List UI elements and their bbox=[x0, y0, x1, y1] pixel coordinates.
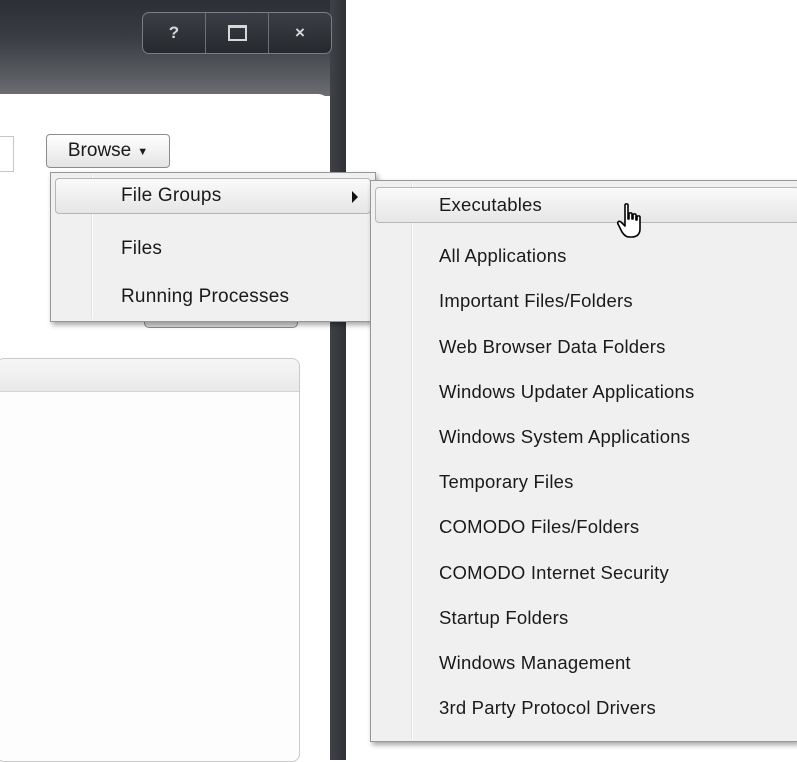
maximize-icon bbox=[227, 25, 247, 41]
menu-item-label: File Groups bbox=[121, 185, 222, 206]
browse-menu: File Groups Files Running Processes bbox=[50, 172, 376, 322]
submenu-item-label: Windows Updater Applications bbox=[439, 381, 695, 402]
submenu-item-label: 3rd Party Protocol Drivers bbox=[439, 697, 656, 718]
submenu-item-comodo-internet-security[interactable]: COMODO Internet Security bbox=[371, 555, 797, 591]
submenu-item-windows-management[interactable]: Windows Management bbox=[371, 645, 797, 681]
submenu-item-all-applications[interactable]: All Applications bbox=[371, 238, 797, 274]
hand-pointer-icon bbox=[616, 203, 641, 238]
browse-button[interactable]: Browse ▼ bbox=[46, 134, 170, 168]
chevron-down-icon: ▼ bbox=[137, 146, 149, 158]
submenu-item-3rd-party-protocol-drivers[interactable]: 3rd Party Protocol Drivers bbox=[371, 690, 797, 726]
submenu-item-label: COMODO Files/Folders bbox=[439, 516, 640, 537]
close-button[interactable]: × bbox=[268, 13, 331, 53]
submenu-item-label: Important Files/Folders bbox=[439, 290, 633, 311]
submenu-item-windows-updater-applications[interactable]: Windows Updater Applications bbox=[371, 374, 797, 410]
submenu-item-comodo-files-folders[interactable]: COMODO Files/Folders bbox=[371, 509, 797, 545]
submenu-item-temporary-files[interactable]: Temporary Files bbox=[371, 464, 797, 500]
items-list-panel bbox=[0, 358, 300, 762]
file-groups-submenu: Executables All Applications Important F… bbox=[370, 180, 797, 742]
submenu-item-executables[interactable]: Executables bbox=[375, 187, 797, 223]
menu-item-files[interactable]: Files bbox=[51, 231, 375, 267]
window-frame-edge bbox=[330, 0, 346, 760]
close-icon: × bbox=[295, 23, 305, 42]
window-controls: ? × bbox=[142, 12, 332, 54]
submenu-item-important-files-folders[interactable]: Important Files/Folders bbox=[371, 283, 797, 319]
help-icon: ? bbox=[168, 23, 180, 42]
menu-item-label: Files bbox=[121, 238, 163, 259]
submenu-item-label: All Applications bbox=[439, 245, 567, 266]
submenu-item-web-browser-data-folders[interactable]: Web Browser Data Folders bbox=[371, 329, 797, 365]
menu-item-running-processes[interactable]: Running Processes bbox=[51, 279, 375, 315]
submenu-item-label: Startup Folders bbox=[439, 607, 569, 628]
submenu-item-startup-folders[interactable]: Startup Folders bbox=[371, 600, 797, 636]
list-header bbox=[0, 359, 299, 392]
browse-label: Browse bbox=[67, 140, 132, 161]
submenu-item-label: COMODO Internet Security bbox=[439, 562, 669, 583]
path-input[interactable] bbox=[0, 136, 14, 172]
submenu-item-label: Web Browser Data Folders bbox=[439, 336, 666, 357]
submenu-item-label: Executables bbox=[439, 194, 542, 215]
submenu-item-label: Windows System Applications bbox=[439, 426, 691, 447]
submenu-arrow-icon bbox=[352, 191, 358, 203]
submenu-item-windows-system-applications[interactable]: Windows System Applications bbox=[371, 419, 797, 455]
submenu-item-label: Temporary Files bbox=[439, 471, 574, 492]
maximize-button[interactable] bbox=[205, 13, 268, 53]
menu-item-label: Running Processes bbox=[121, 286, 290, 307]
submenu-item-label: Windows Management bbox=[439, 652, 631, 673]
help-button[interactable]: ? bbox=[143, 13, 205, 53]
menu-item-file-groups[interactable]: File Groups bbox=[55, 178, 371, 214]
